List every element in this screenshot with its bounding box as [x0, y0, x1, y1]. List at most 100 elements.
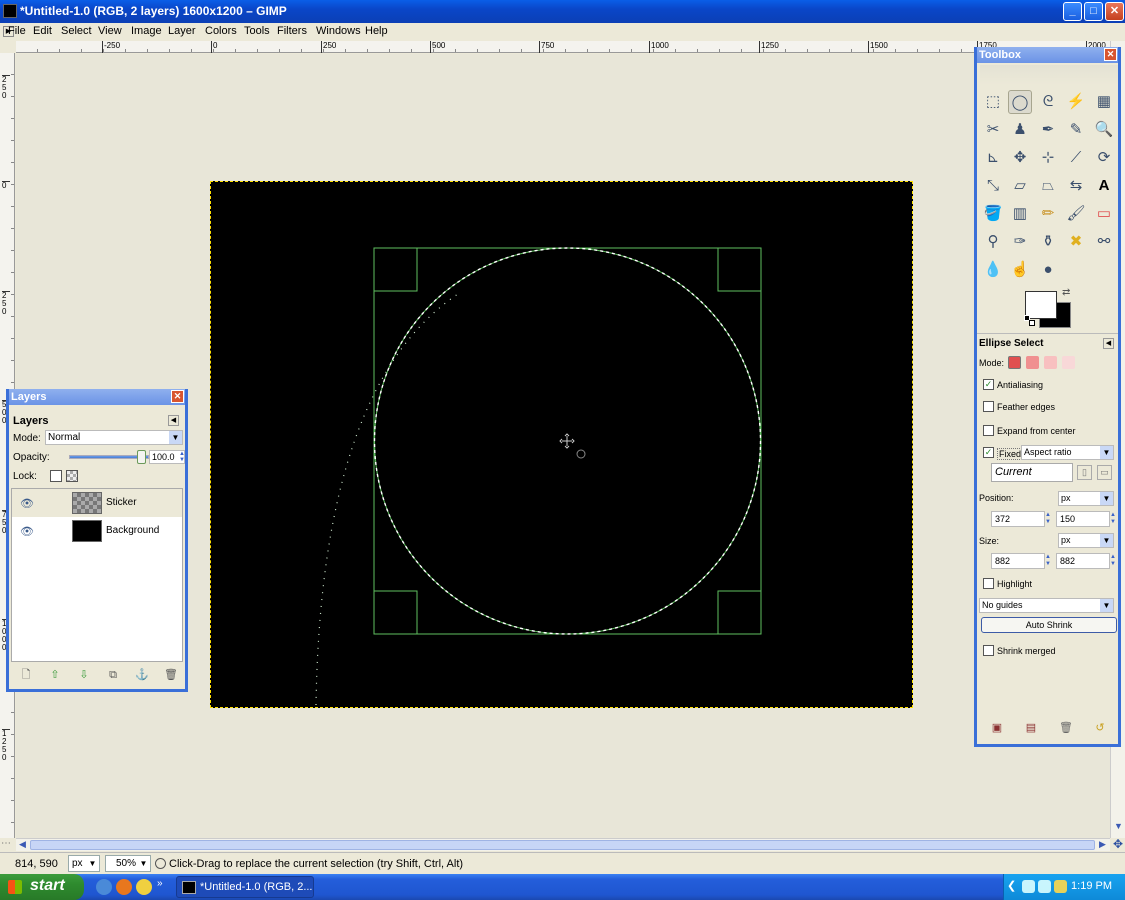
menu-image[interactable]: Image: [131, 25, 162, 37]
quick-launch-expand-icon[interactable]: »: [157, 878, 163, 889]
ie-icon[interactable]: [96, 879, 112, 895]
security-shield-icon[interactable]: [1054, 880, 1067, 893]
wilber-drop-area[interactable]: [980, 65, 1118, 85]
smudge-icon[interactable]: ☝: [1008, 258, 1032, 282]
layer-row[interactable]: 👁 Sticker: [12, 489, 182, 517]
perspective-clone-icon[interactable]: ⚯: [1092, 230, 1116, 254]
menu-filters[interactable]: Filters: [277, 25, 307, 37]
image-canvas[interactable]: [210, 181, 913, 708]
delete-options-icon[interactable]: 🗑: [1059, 721, 1073, 735]
paths-icon[interactable]: ✒: [1036, 118, 1060, 142]
foreground-select-icon[interactable]: ♟: [1008, 118, 1032, 142]
scroll-left-icon[interactable]: ◀: [19, 839, 26, 850]
quick-mask-icon[interactable]: ⋯: [1, 838, 15, 851]
toolbox-title[interactable]: Toolbox ✕: [977, 47, 1118, 63]
menu-select[interactable]: Select: [61, 25, 92, 37]
network-icon[interactable]: [1022, 880, 1035, 893]
menu-tools[interactable]: Tools: [244, 25, 270, 37]
spin-arrows-icon[interactable]: ▲ ▼: [1110, 512, 1118, 526]
paintbrush-icon[interactable]: 🖌: [1064, 202, 1088, 226]
taskbar-gimp-task[interactable]: *Untitled-1.0 (RGB, 2...: [176, 876, 314, 898]
flip-icon[interactable]: ⇆: [1064, 174, 1088, 198]
size-width-input[interactable]: 882 ▲ ▼: [991, 553, 1051, 569]
lock-pixels-checkbox[interactable]: [50, 470, 62, 482]
horizontal-scroll-thumb[interactable]: [30, 840, 1095, 850]
zoom-icon[interactable]: 🔍: [1092, 118, 1116, 142]
portrait-icon[interactable]: ▯: [1077, 465, 1092, 480]
scroll-right-icon[interactable]: ▶: [1099, 839, 1106, 850]
bucket-fill-icon[interactable]: 🪣: [981, 202, 1005, 226]
lower-layer-icon[interactable]: ⇩: [77, 668, 91, 682]
mode-intersect-icon[interactable]: [1062, 356, 1075, 369]
tray-expand-icon[interactable]: ❮: [1007, 879, 1016, 892]
menu-layer[interactable]: Layer: [168, 25, 196, 37]
minimize-button[interactable]: _: [1063, 2, 1082, 21]
heal-icon[interactable]: ✖: [1064, 230, 1088, 254]
eye-visibility-icon[interactable]: 👁: [20, 525, 34, 538]
airbrush-icon[interactable]: ⚲: [981, 230, 1005, 254]
navigate-icon[interactable]: ✥: [1111, 838, 1125, 851]
scissors-icon[interactable]: ✂: [981, 118, 1005, 142]
size-height-input[interactable]: 882 ▲ ▼: [1056, 553, 1116, 569]
toolbox-close-button[interactable]: ✕: [1104, 48, 1117, 61]
volume-icon[interactable]: [1038, 880, 1051, 893]
spin-arrows-icon[interactable]: ▲ ▼: [1110, 554, 1118, 568]
new-layer-icon[interactable]: 🗋: [19, 668, 33, 682]
layer-mode-dropdown[interactable]: Normal ▼: [45, 430, 183, 445]
tab-menu-icon[interactable]: ◀: [168, 415, 179, 426]
position-y-input[interactable]: 150 ▲ ▼: [1056, 511, 1116, 527]
scale-icon[interactable]: ⤡: [981, 174, 1005, 198]
raise-layer-icon[interactable]: ⇧: [48, 668, 62, 682]
fixed-mode-dropdown[interactable]: Aspect ratio ▼: [1021, 445, 1114, 460]
dodge-burn-icon[interactable]: ●: [1036, 258, 1060, 282]
layers-dock-close-button[interactable]: ✕: [171, 390, 184, 403]
spin-arrows-icon[interactable]: ▲ ▼: [1045, 512, 1053, 526]
free-select-icon[interactable]: ᘓ: [1036, 90, 1060, 114]
fixed-value-entry[interactable]: Current: [991, 463, 1073, 482]
color-picker-icon[interactable]: ✎: [1064, 118, 1088, 142]
tab-menu-icon[interactable]: ◀: [1103, 338, 1114, 349]
reset-options-icon[interactable]: ↺: [1093, 721, 1107, 735]
select-by-color-icon[interactable]: ▦: [1092, 90, 1116, 114]
move-icon[interactable]: ✥: [1008, 146, 1032, 170]
menu-windows[interactable]: Windows: [316, 25, 361, 37]
horizontal-scrollbar[interactable]: ◀ ▶: [16, 838, 1110, 851]
media-player-icon[interactable]: [136, 879, 152, 895]
eye-visibility-icon[interactable]: 👁: [20, 497, 34, 510]
feather-edges-checkbox[interactable]: [983, 401, 994, 412]
highlight-checkbox[interactable]: [983, 578, 994, 589]
fuzzy-select-icon[interactable]: ⚡: [1064, 90, 1088, 114]
pencil-icon[interactable]: ✏: [1036, 202, 1060, 226]
auto-shrink-button[interactable]: Auto Shrink: [981, 617, 1117, 633]
clone-icon[interactable]: ⚱: [1036, 230, 1060, 254]
firefox-icon[interactable]: [116, 879, 132, 895]
restore-options-icon[interactable]: ▤: [1024, 721, 1038, 735]
unit-selector[interactable]: px ▼: [68, 855, 100, 872]
mode-replace-icon[interactable]: [1008, 356, 1021, 369]
maximize-button[interactable]: □: [1084, 2, 1103, 21]
save-options-icon[interactable]: ▣: [990, 721, 1004, 735]
anchor-layer-icon[interactable]: ⚓: [135, 668, 149, 682]
position-unit-dropdown[interactable]: px ▼: [1058, 491, 1114, 506]
mode-add-icon[interactable]: [1026, 356, 1039, 369]
shear-icon[interactable]: ▱: [1008, 174, 1032, 198]
blend-icon[interactable]: ▥: [1008, 202, 1032, 226]
blur-icon[interactable]: 💧: [981, 258, 1005, 282]
lock-alpha-checkbox[interactable]: [66, 470, 78, 482]
mode-subtract-icon[interactable]: [1044, 356, 1057, 369]
layer-row[interactable]: 👁 Background: [12, 517, 182, 545]
menu-edit[interactable]: Edit: [33, 25, 52, 37]
scroll-down-icon[interactable]: ▼: [1114, 821, 1123, 831]
perspective-icon[interactable]: ⏢: [1036, 174, 1060, 198]
menu-view[interactable]: View: [98, 25, 122, 37]
expand-from-center-checkbox[interactable]: [983, 425, 994, 436]
ink-icon[interactable]: ✑: [1008, 230, 1032, 254]
size-unit-dropdown[interactable]: px ▼: [1058, 533, 1114, 548]
eraser-icon[interactable]: ▭: [1092, 202, 1116, 226]
measure-icon[interactable]: ⊾: [981, 146, 1005, 170]
menu-help[interactable]: Help: [365, 25, 388, 37]
crop-icon[interactable]: ⟋: [1064, 146, 1088, 170]
menu-file[interactable]: File: [8, 25, 26, 37]
text-tool-icon[interactable]: A: [1092, 174, 1116, 198]
horizontal-ruler[interactable]: -250 0 250 500 750 1000 1250 1500 1750 2…: [16, 41, 1110, 53]
